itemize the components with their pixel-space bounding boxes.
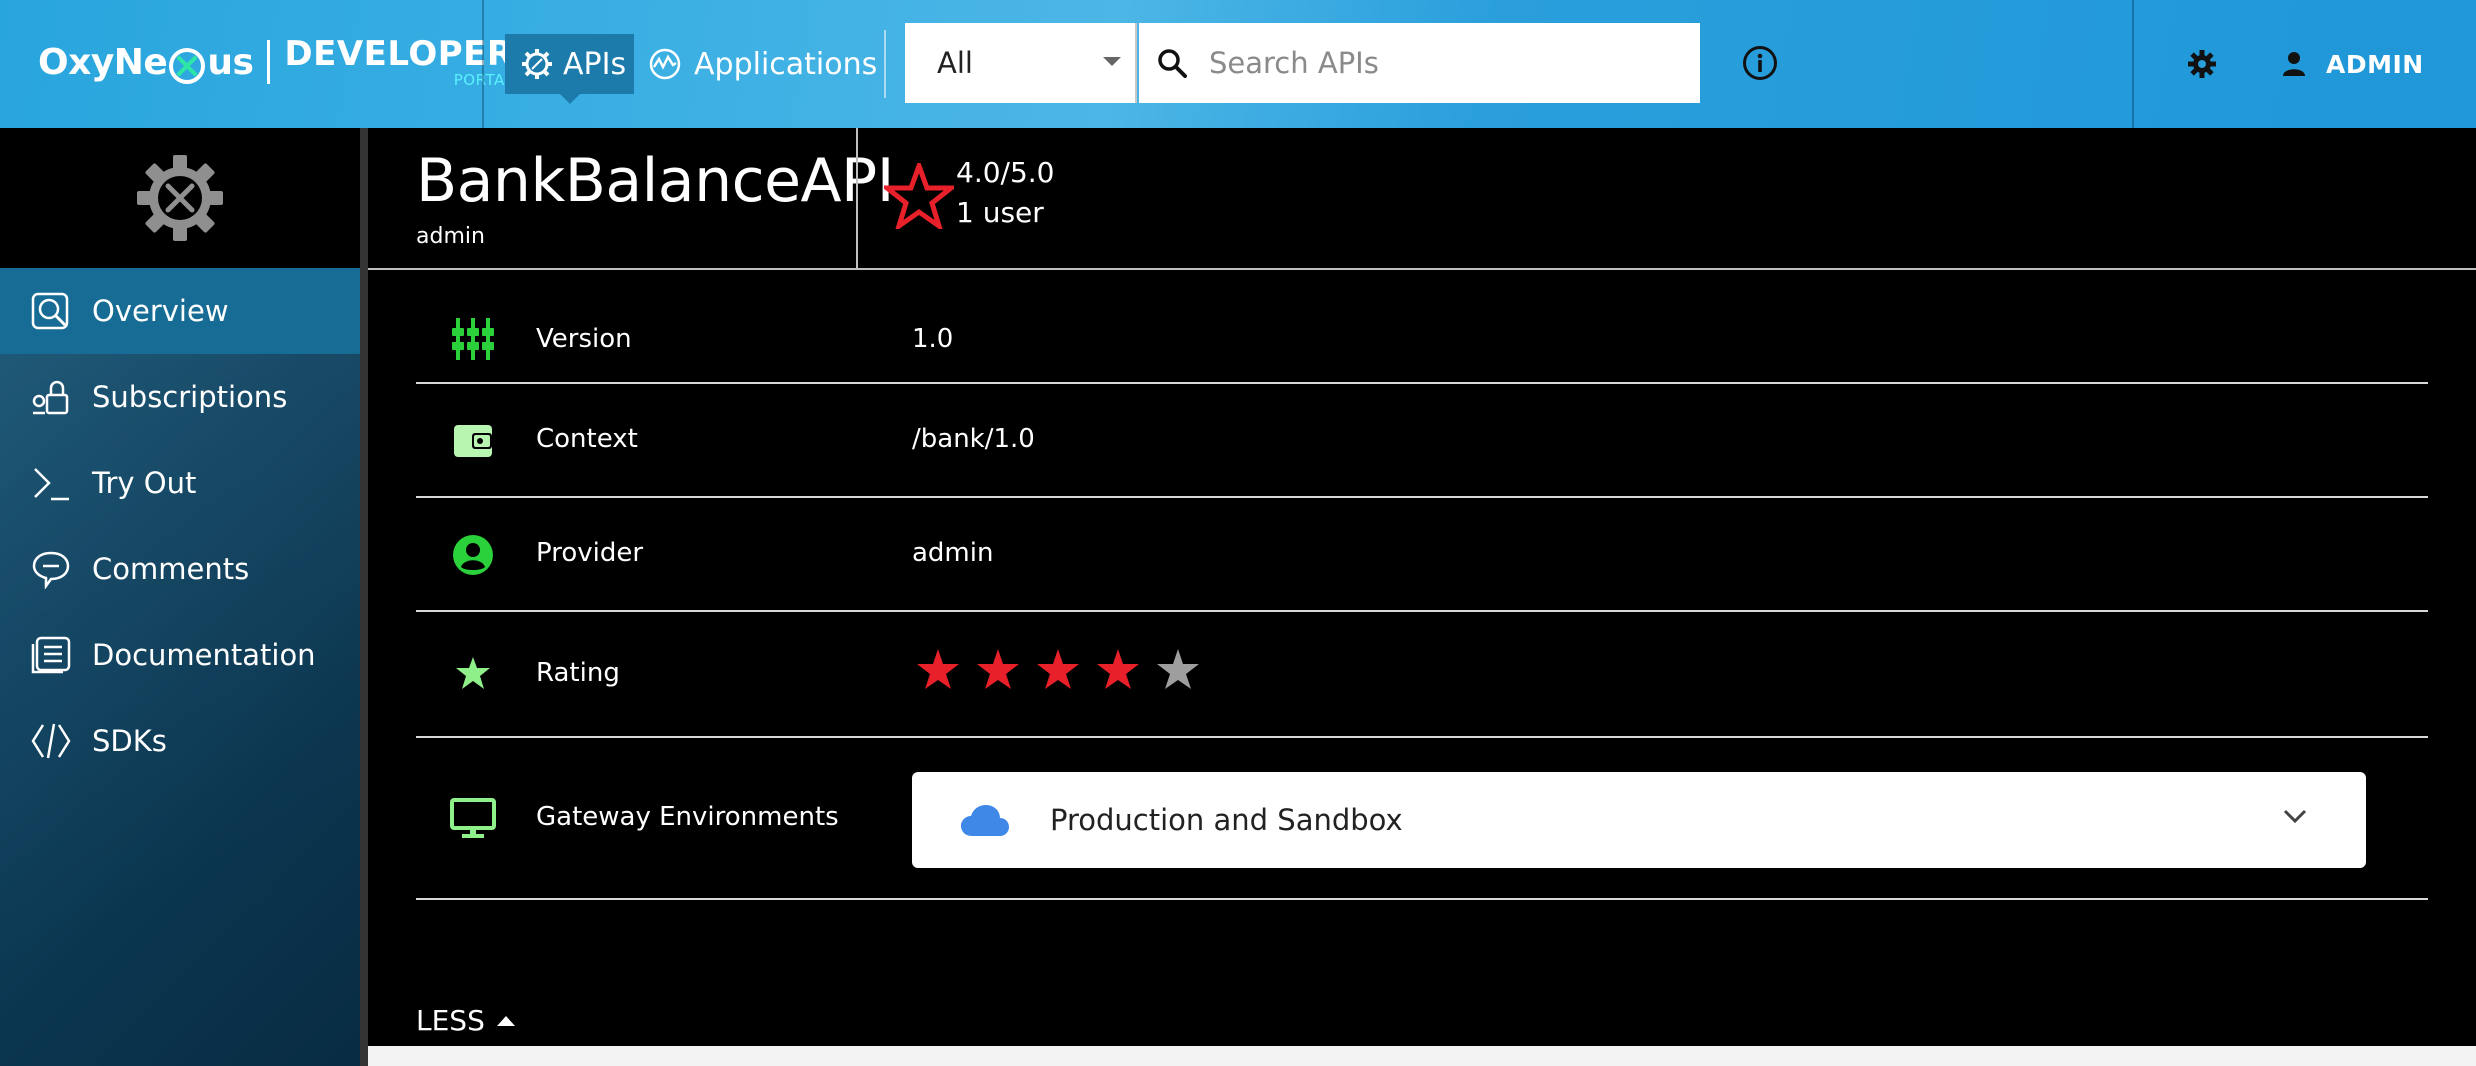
sidebar-item-label: Try Out	[92, 466, 197, 500]
sidebar-item-try-out[interactable]: Try Out	[0, 440, 360, 526]
user-icon	[2283, 52, 2305, 76]
provider-label: Provider	[536, 538, 644, 568]
detail-row-gateway: Gateway Environments Production and Sand…	[416, 738, 2428, 900]
gateway-environments-dropdown[interactable]: Production and Sandbox	[912, 772, 2366, 868]
rating-star-3-icon[interactable]	[1036, 648, 1080, 690]
sidebar-item-comments[interactable]: Comments	[0, 526, 360, 612]
logo-divider	[267, 40, 271, 84]
search-icon	[1158, 49, 1187, 78]
rating-user-count: 1 user	[956, 196, 1044, 229]
sidebar-item-label: Subscriptions	[92, 380, 288, 414]
content-border	[360, 128, 368, 1066]
applications-icon	[649, 48, 681, 80]
user-menu[interactable]: ADMIN	[2282, 46, 2424, 82]
nav-apis-label: APIs	[563, 46, 627, 82]
less-toggle-button[interactable]: LESS	[416, 1004, 515, 1037]
rating-stars[interactable]	[916, 648, 1200, 690]
caret-up-icon	[496, 1015, 515, 1026]
provider-icon	[450, 532, 496, 578]
sidebar-header	[0, 128, 360, 268]
rate-star-icon[interactable]	[884, 163, 954, 229]
code-icon	[30, 720, 72, 762]
subscriptions-icon	[30, 376, 72, 418]
nav-divider	[884, 30, 886, 98]
header-divider	[482, 0, 484, 128]
nav-apis-tab[interactable]: APIs	[505, 34, 634, 94]
gateway-environments-value: Production and Sandbox	[1050, 803, 1403, 837]
rating-star-icon	[450, 650, 496, 696]
portal-title: DEVELOPER PORTAL	[284, 37, 513, 88]
search-box[interactable]	[1139, 23, 1700, 103]
portal-title-main: DEVELOPER	[284, 33, 514, 74]
api-header-divider	[856, 128, 858, 270]
search-filter-select[interactable]: All	[905, 23, 1137, 103]
settings-gear-icon[interactable]	[2186, 48, 2218, 80]
sidebar-item-label: Overview	[92, 294, 229, 328]
portal-title-sub: PORTAL	[453, 70, 514, 89]
search-filter-value: All	[937, 46, 973, 80]
search-input[interactable]	[1209, 46, 1669, 80]
version-value: 1.0	[912, 324, 954, 354]
context-value: /bank/1.0	[912, 424, 1035, 454]
info-icon[interactable]	[1742, 45, 1778, 81]
chevron-down-icon	[2283, 809, 2307, 824]
header-right-divider	[2132, 0, 2134, 128]
sidebar-item-documentation[interactable]: Documentation	[0, 612, 360, 698]
sidebar-item-sdks[interactable]: SDKs	[0, 698, 360, 784]
sidebar-item-label: Comments	[92, 552, 250, 586]
detail-row-version: Version 1.0	[416, 270, 2428, 384]
monitor-icon	[450, 796, 496, 842]
sidebar-menu: Overview Subscriptions Try Out Comments …	[0, 268, 360, 784]
api-overview-panel: BankBalanceAPI admin 4.0/5.0 1 user Vers…	[368, 128, 2476, 1046]
version-label: Version	[536, 324, 632, 354]
user-name: ADMIN	[2326, 49, 2424, 79]
detail-row-context: Context /bank/1.0	[416, 384, 2428, 498]
api-name: BankBalanceAPI	[416, 146, 894, 216]
nav-applications-label: Applications	[694, 46, 878, 82]
detail-row-rating: Rating	[416, 612, 2428, 738]
less-label: LESS	[416, 1004, 485, 1037]
brand-logo[interactable]: OxyNe us DEVELOPER PORTAL	[38, 34, 514, 90]
api-owner: admin	[416, 224, 485, 249]
rating-score: 4.0/5.0	[956, 156, 1055, 189]
sidebar-item-overview[interactable]: Overview	[0, 268, 360, 354]
nav-applications-tab[interactable]: Applications	[648, 34, 877, 94]
active-tab-caret	[560, 94, 580, 104]
chevron-down-icon	[1103, 57, 1121, 66]
sidebar-item-subscriptions[interactable]: Subscriptions	[0, 354, 360, 440]
logo-text-left: OxyNe	[38, 41, 168, 83]
rating-star-5-icon[interactable]	[1156, 648, 1200, 690]
api-header: BankBalanceAPI admin 4.0/5.0 1 user	[368, 128, 2476, 270]
rating-star-1-icon[interactable]	[916, 648, 960, 690]
sidebar-item-label: SDKs	[92, 724, 167, 758]
version-icon	[450, 316, 496, 362]
api-details: Version 1.0 Context /bank/1.0 Provider a…	[416, 270, 2428, 900]
gateway-label: Gateway Environments	[536, 802, 839, 832]
page-bottom-strip	[368, 1046, 2476, 1066]
provider-value: admin	[912, 538, 994, 568]
context-label: Context	[536, 424, 638, 454]
apis-gear-icon	[522, 49, 552, 79]
sidebar: Overview Subscriptions Try Out Comments …	[0, 128, 360, 1066]
rating-star-4-icon[interactable]	[1096, 648, 1140, 690]
detail-row-provider: Provider admin	[416, 498, 2428, 612]
cloud-icon	[961, 805, 1009, 836]
rating-label: Rating	[536, 658, 620, 688]
rating-star-2-icon[interactable]	[976, 648, 1020, 690]
terminal-icon	[30, 462, 72, 504]
top-bar: OxyNe us DEVELOPER PORTAL APIs Applicati…	[0, 0, 2476, 128]
wallet-icon	[450, 418, 496, 464]
sidebar-item-label: Documentation	[92, 638, 316, 672]
documentation-icon	[30, 634, 72, 676]
overview-icon	[30, 290, 72, 332]
api-settings-gear-icon	[137, 155, 223, 241]
logo-text-right: us	[207, 41, 254, 83]
logo-x-icon	[169, 48, 206, 84]
comments-icon	[30, 548, 72, 590]
